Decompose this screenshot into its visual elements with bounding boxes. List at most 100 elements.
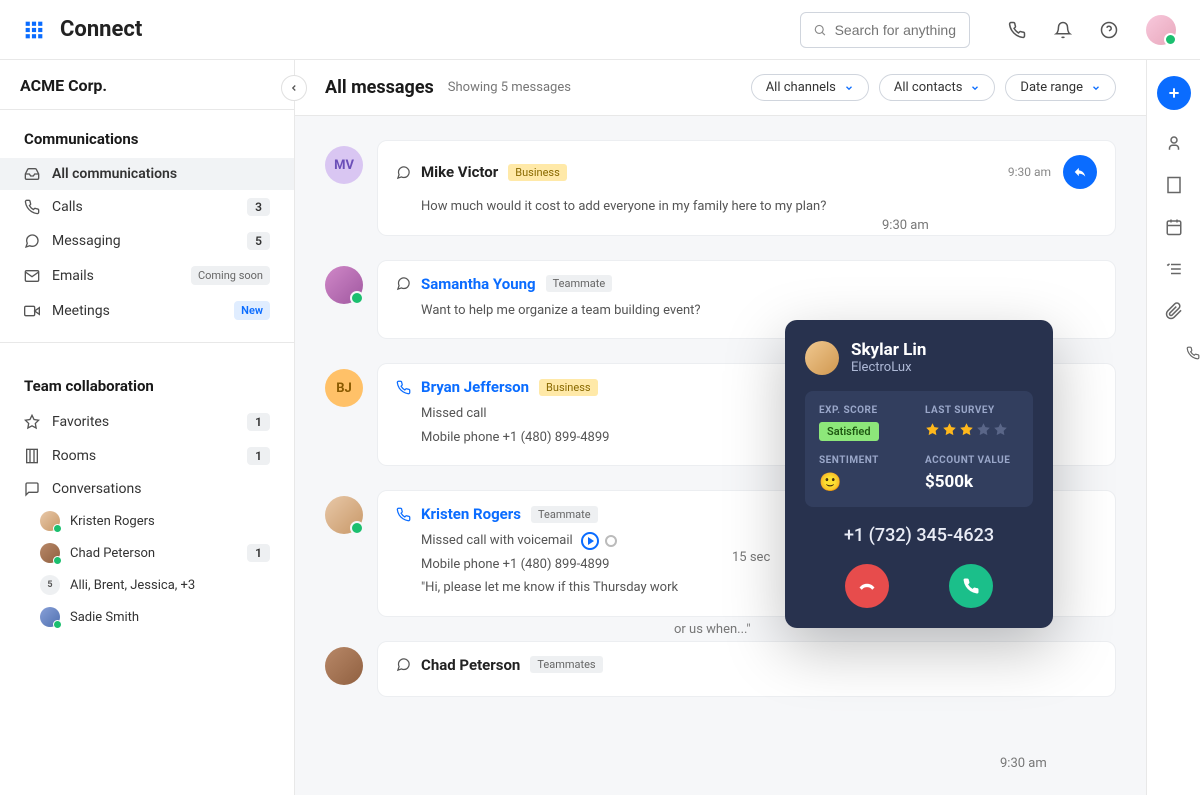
message-body: Want to help me organize a team building… (396, 301, 1097, 321)
account-value: $500k (925, 472, 1019, 492)
nav-calls[interactable]: Calls 3 (0, 190, 294, 224)
phone-icon (396, 507, 411, 522)
apps-grid-icon[interactable] (24, 20, 44, 40)
sender-avatar: BJ (325, 369, 363, 407)
nav-label: Conversations (52, 481, 270, 497)
exp-score-label: EXP. SCORE (819, 405, 913, 416)
chat-icon (396, 276, 411, 291)
nav-emails[interactable]: Emails Coming soon (0, 258, 294, 293)
bell-icon[interactable] (1054, 21, 1072, 39)
convo-chad[interactable]: Chad Peterson 1 (0, 537, 294, 569)
message-line: Want to help me organize a team building… (421, 301, 1097, 321)
collapse-sidebar-button[interactable] (281, 75, 307, 101)
decline-call-button[interactable] (845, 564, 889, 608)
workspace-title: ACME Corp. (20, 76, 107, 95)
mail-icon (24, 268, 40, 284)
sender-name[interactable]: Kristen Rogers (421, 505, 521, 523)
sender-name[interactable]: Chad Peterson (421, 656, 520, 674)
bg-quote: or us when..." (674, 622, 751, 637)
star-icon (959, 422, 974, 437)
reply-icon (1073, 165, 1087, 179)
bg-time: 9:30 am (882, 218, 929, 233)
star-icon (976, 422, 991, 437)
compose-button[interactable] (1157, 76, 1191, 110)
nav-label: All communications (52, 166, 270, 182)
phone-icon (962, 577, 980, 595)
video-icon (24, 303, 40, 319)
phone-icon (396, 380, 411, 395)
section-communications: Communications (0, 110, 294, 158)
message-line: How much would it cost to add everyone i… (421, 197, 1097, 217)
right-rail (1146, 60, 1200, 795)
sender-avatar (325, 266, 363, 304)
convo-label: Chad Peterson (70, 546, 247, 561)
nav-conversations[interactable]: Conversations (0, 473, 294, 505)
caller-phone: +1 (732) 345-4623 (805, 525, 1033, 546)
sentiment-emoji: 🙂 (819, 472, 913, 493)
reply-button[interactable] (1063, 155, 1097, 189)
last-survey-label: LAST SURVEY (925, 405, 1019, 416)
count-badge: 3 (247, 198, 270, 216)
nav-all-communications[interactable]: All communications (0, 158, 294, 190)
nav-label: Rooms (52, 448, 247, 464)
new-badge: New (234, 301, 270, 320)
caller-name: Skylar Lin (851, 340, 926, 360)
phone-icon[interactable] (1008, 21, 1026, 39)
sender-name[interactable]: Samantha Young (421, 275, 536, 293)
filter-contacts[interactable]: All contacts (879, 74, 996, 101)
incoming-call-popup: Skylar Lin ElectroLux EXP. SCORE Satisfi… (785, 320, 1053, 628)
nav-rooms[interactable]: Rooms 1 (0, 439, 294, 473)
convo-kristen[interactable]: Kristen Rogers (0, 505, 294, 537)
filter-daterange[interactable]: Date range (1005, 74, 1116, 101)
plus-icon (1166, 85, 1182, 101)
star-icon (942, 422, 957, 437)
chevron-down-icon (970, 83, 980, 93)
star-icon (24, 414, 40, 430)
group-avatar: 5 (40, 575, 60, 595)
count-badge: 1 (247, 544, 270, 562)
phone-icon[interactable] (1186, 344, 1200, 362)
message-card: Chad PetersonTeammates (377, 641, 1116, 697)
convo-group[interactable]: 5 Alli, Brent, Jessica, +3 (0, 569, 294, 601)
sender-tag: Teammate (546, 275, 613, 292)
sentiment-label: SENTIMENT (819, 455, 913, 466)
star-icon (925, 422, 940, 437)
sidebar: ACME Corp. Communications All communicat… (0, 60, 295, 795)
user-icon[interactable] (1165, 134, 1183, 152)
nav-meetings[interactable]: Meetings New (0, 293, 294, 328)
calendar-icon[interactable] (1165, 218, 1183, 236)
message-row[interactable]: MVMike VictorBusiness9:30 amHow much wou… (325, 140, 1116, 236)
message-time: 9:30 am (1008, 165, 1051, 179)
sender-avatar (325, 647, 363, 685)
phone-icon (24, 199, 40, 215)
count-badge: 5 (247, 232, 270, 250)
play-voicemail-button[interactable] (581, 532, 599, 550)
attachment-icon[interactable] (1165, 302, 1183, 320)
message-row[interactable]: Chad PetersonTeammates (325, 641, 1116, 697)
search-input[interactable] (835, 22, 957, 38)
filter-label: All contacts (894, 80, 963, 95)
user-avatar[interactable] (1146, 15, 1176, 45)
nav-favorites[interactable]: Favorites 1 (0, 405, 294, 439)
building-icon[interactable] (1165, 176, 1183, 194)
convo-label: Alli, Brent, Jessica, +3 (70, 578, 270, 593)
help-icon[interactable] (1100, 21, 1118, 39)
scrubber[interactable] (605, 535, 617, 547)
sender-avatar (325, 496, 363, 534)
nav-messaging[interactable]: Messaging 5 (0, 224, 294, 258)
filter-label: Date range (1020, 80, 1083, 95)
message-card: Mike VictorBusiness9:30 amHow much would… (377, 140, 1116, 236)
inbox-icon (24, 166, 40, 182)
filter-channels[interactable]: All channels (751, 74, 869, 101)
accept-call-button[interactable] (949, 564, 993, 608)
sender-tag: Business (539, 379, 598, 396)
sender-name[interactable]: Mike Victor (421, 163, 498, 181)
convo-sadie[interactable]: Sadie Smith (0, 601, 294, 633)
search-box[interactable] (800, 12, 970, 48)
avatar (40, 607, 60, 627)
tasks-icon[interactable] (1165, 260, 1183, 278)
sender-name[interactable]: Bryan Jefferson (421, 378, 529, 396)
convo-label: Sadie Smith (70, 610, 270, 625)
nav-label: Messaging (52, 233, 247, 249)
search-icon (813, 22, 827, 38)
